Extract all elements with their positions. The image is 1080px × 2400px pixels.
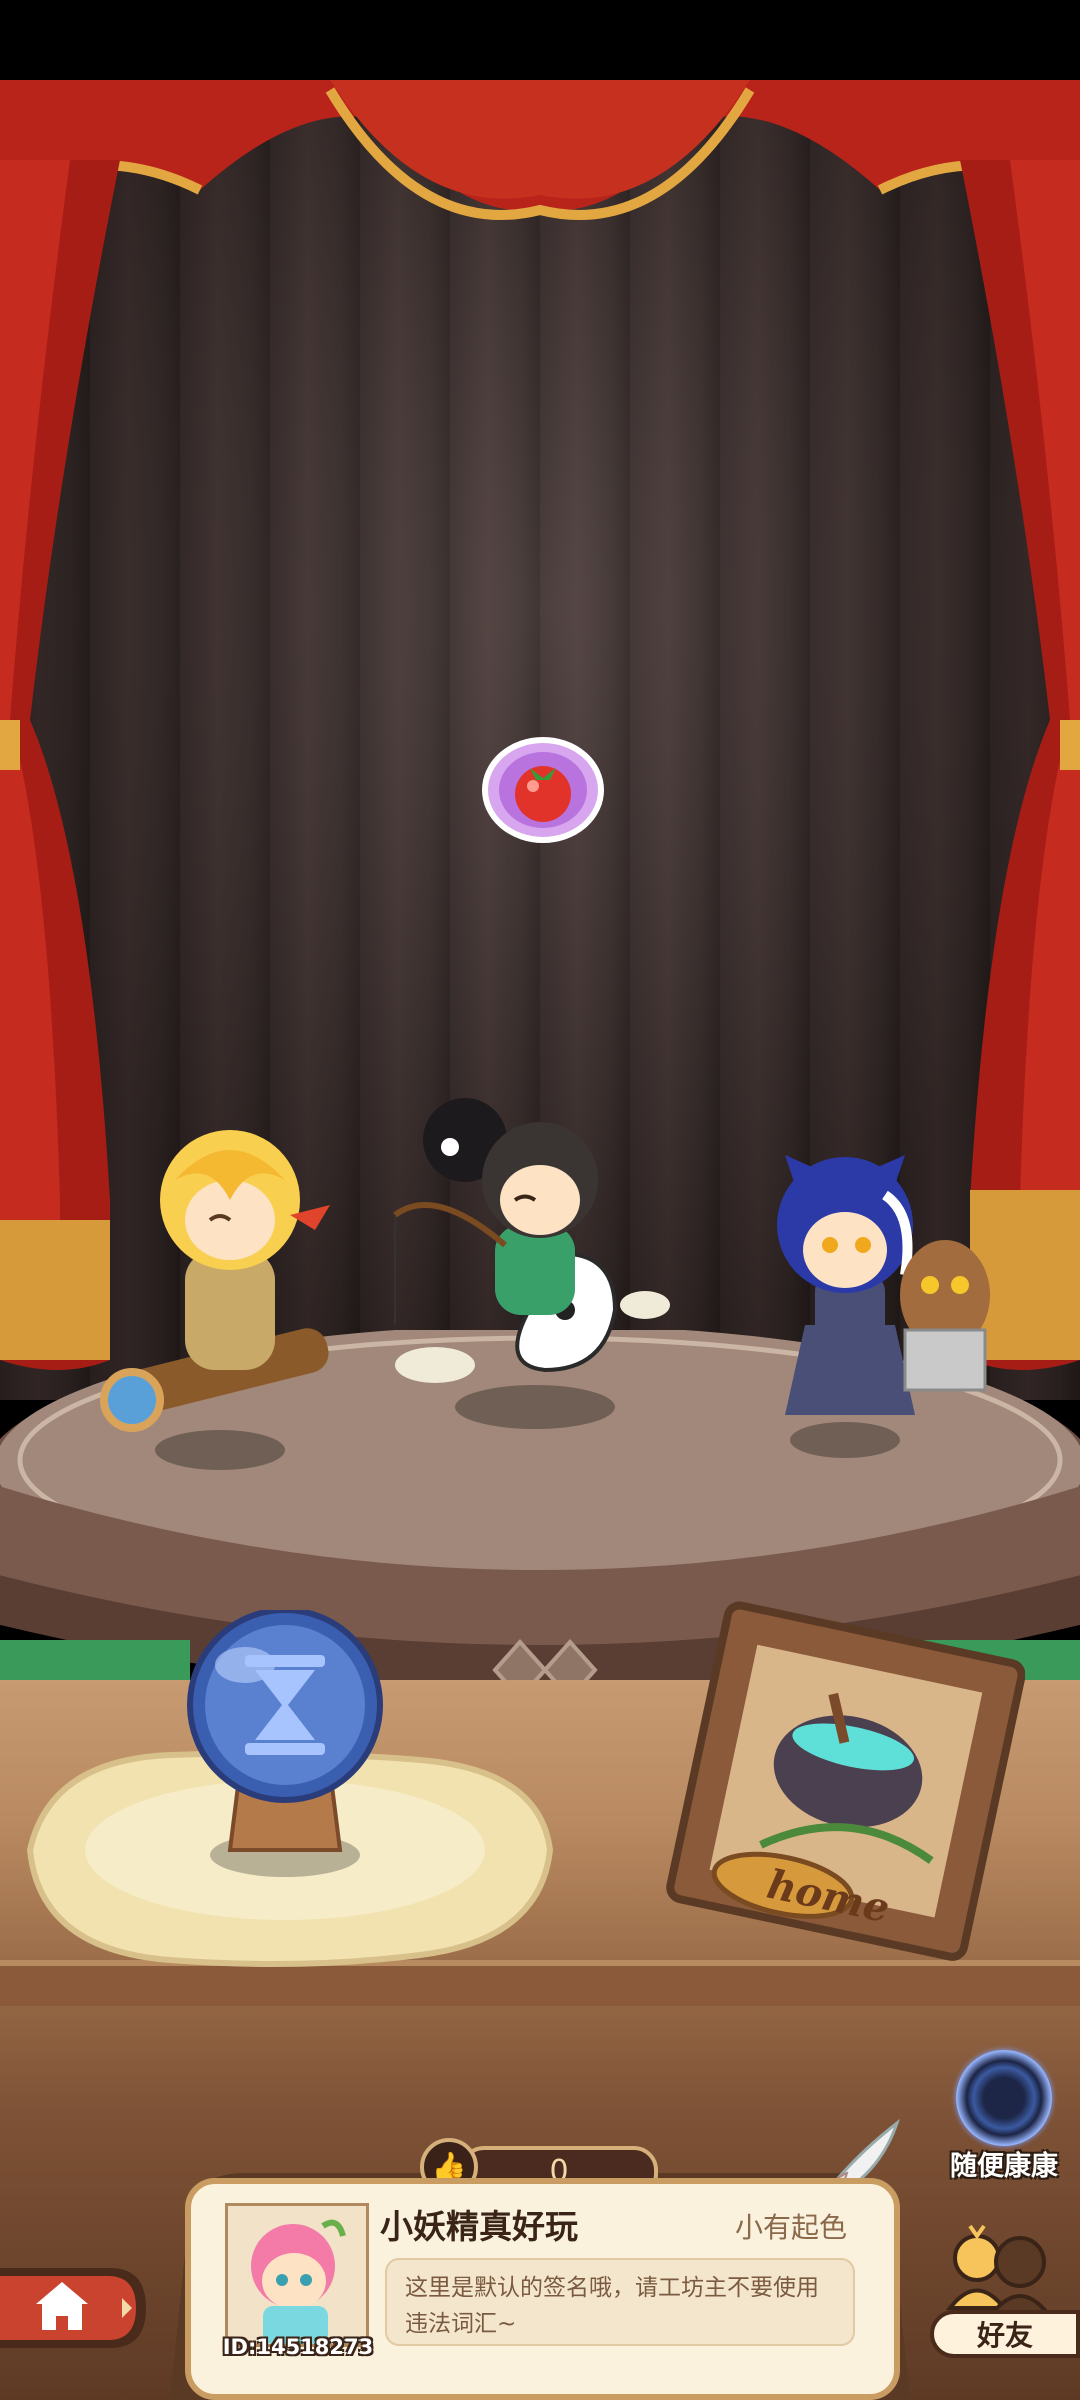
curtain-valance: [0, 80, 1080, 220]
character-cat-girl[interactable]: [745, 1115, 995, 1460]
random-visit-label: 随便康康: [950, 2151, 1058, 2182]
status-bar: [0, 0, 1080, 80]
random-visit-button[interactable]: 随便康康: [944, 2050, 1064, 2182]
player-name: 小妖精真好玩: [380, 2207, 578, 2246]
friends-label: 好友: [930, 2310, 1080, 2358]
tomato-bubble-icon[interactable]: [478, 728, 608, 848]
portal-ring-icon: [956, 2050, 1052, 2146]
hourglass-orb[interactable]: [20, 1610, 560, 2010]
player-signature: 这里是默认的签名哦，请工坊主不要使用违法词汇~: [385, 2258, 855, 2346]
avatar[interactable]: [225, 2203, 369, 2347]
home-button[interactable]: [0, 2262, 148, 2354]
avatar-image: [228, 2206, 366, 2344]
theater-scene: home 随便康康 0 👍 ID:14518273 小妖精真好玩 小有起色 这里…: [0, 0, 1080, 2400]
character-blonde-boy[interactable]: [100, 1100, 360, 1480]
character-fisher-boy[interactable]: [375, 1095, 680, 1440]
player-title: 小有起色: [735, 2211, 848, 2244]
player-id: ID:14518273: [222, 2335, 374, 2359]
friends-button[interactable]: 好友: [930, 2218, 1080, 2358]
home-photo-frame[interactable]: home: [655, 1600, 1025, 1970]
friends-icon: [945, 2224, 1053, 2316]
